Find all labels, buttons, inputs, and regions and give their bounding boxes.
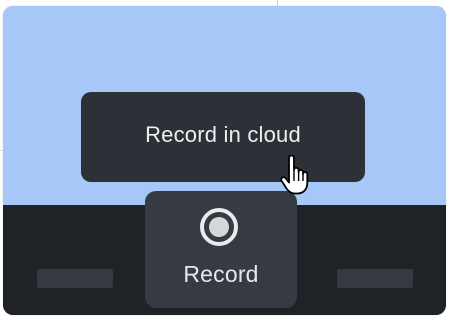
- record-button[interactable]: Record: [145, 191, 297, 308]
- record-button-label: Record: [183, 261, 259, 287]
- record-in-cloud-label: Record in cloud: [145, 122, 301, 147]
- page: Record Record in cloud: [0, 0, 451, 321]
- toolbar-placeholder-right: [337, 269, 413, 288]
- hand-pointer-icon: [280, 155, 309, 195]
- toolbar-placeholder-left: [37, 269, 113, 288]
- record-circle-icon: [200, 208, 238, 246]
- record-in-cloud-option[interactable]: Record in cloud: [81, 92, 365, 182]
